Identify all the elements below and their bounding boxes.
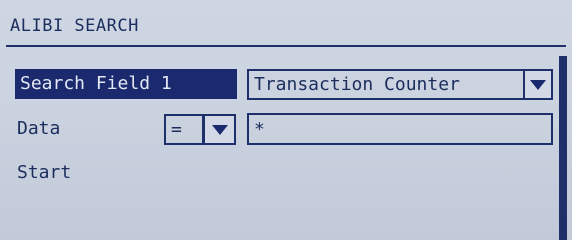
search-field-1-value: Transaction Counter (254, 74, 460, 95)
start-label: Start (17, 162, 72, 183)
chevron-down-icon (530, 79, 546, 90)
scrollbar[interactable] (559, 56, 567, 240)
chevron-down-icon (211, 124, 228, 135)
search-field-1-label-text: Search Field 1 (20, 73, 172, 94)
data-operator-dropdown-button[interactable] (203, 114, 236, 145)
page-title: ALIBI SEARCH (10, 16, 139, 36)
title-divider (6, 45, 566, 47)
search-field-1-label[interactable]: Search Field 1 (15, 69, 237, 99)
data-operator-select[interactable]: = (164, 114, 204, 145)
search-field-1-select[interactable]: Transaction Counter (247, 69, 525, 100)
data-value-input[interactable]: * (247, 113, 553, 145)
data-value-text: * (254, 118, 265, 140)
alibi-search-screen: ALIBI SEARCH Search Field 1 Transaction … (0, 0, 572, 240)
data-label: Data (17, 118, 61, 139)
search-field-1-dropdown-button[interactable] (523, 69, 553, 100)
data-operator-value: = (171, 119, 182, 140)
